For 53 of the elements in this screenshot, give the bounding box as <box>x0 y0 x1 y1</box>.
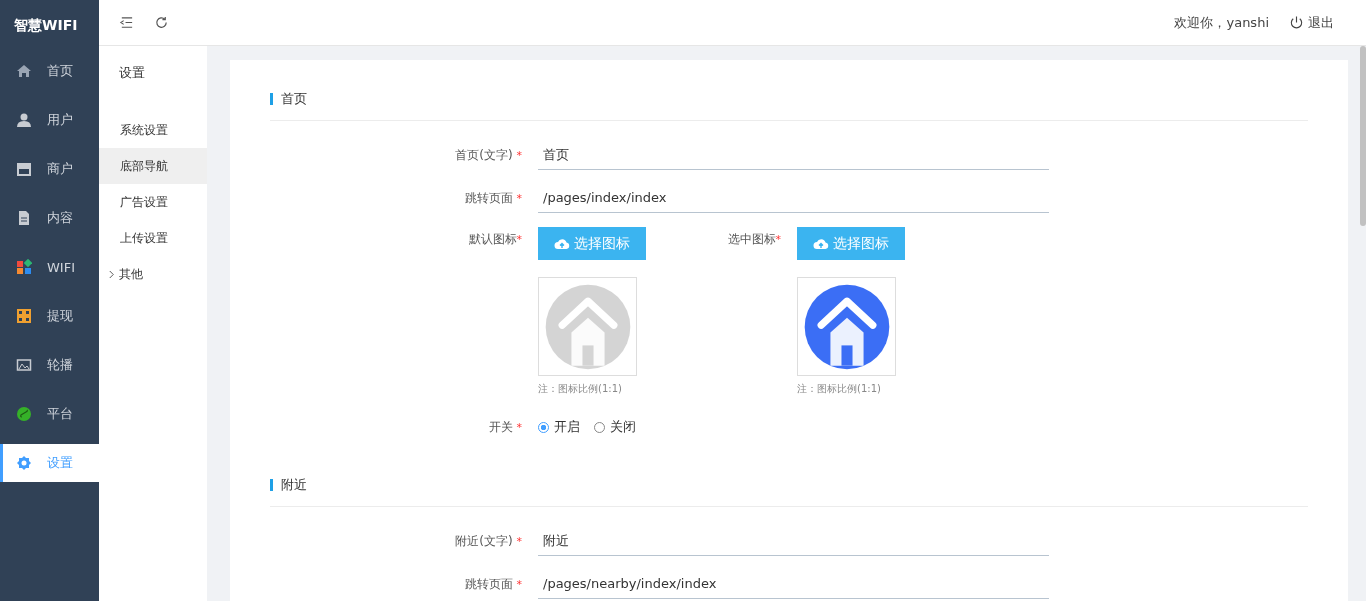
section-title: 首页 <box>281 90 307 108</box>
required-mark: * <box>516 420 522 434</box>
nav-item[interactable]: 商户 <box>0 150 99 188</box>
required-mark: * <box>516 233 522 246</box>
grid-icon <box>16 308 32 324</box>
menu-fold-icon[interactable] <box>119 15 134 30</box>
shop-icon <box>16 161 32 177</box>
section-title: 附近 <box>281 476 307 494</box>
field-label: 开关 <box>488 419 513 434</box>
settings-icon <box>16 455 32 471</box>
field-label: 首页(文字) <box>455 148 513 162</box>
blocks-icon <box>16 259 32 275</box>
field-label: 跳转页面 <box>464 191 513 205</box>
submenu-item[interactable]: 广告设置 <box>99 184 207 220</box>
submenu-title: 设置 <box>118 64 146 82</box>
nav-item[interactable]: 内容 <box>0 199 99 237</box>
required-mark: * <box>516 192 522 205</box>
field-label: 默认图标 <box>468 232 517 246</box>
cloud-upload-icon <box>554 237 570 250</box>
required-mark: * <box>516 149 522 162</box>
field-label: 附近(文字) <box>455 534 513 548</box>
document-icon <box>16 210 32 226</box>
brand-logo: 智慧WIFI <box>13 16 79 35</box>
chevron-right-icon <box>108 269 115 279</box>
scrollbar[interactable] <box>1360 46 1366 601</box>
submenu-item[interactable]: 上传设置 <box>99 220 207 256</box>
note-text: 注：图标比例(1:1) <box>797 382 881 396</box>
welcome-text: 欢迎你，yanshi <box>1174 13 1269 32</box>
image-icon <box>16 357 32 373</box>
field-label: 选中图标 <box>727 232 776 246</box>
submenu-item[interactable]: 系统设置 <box>99 112 207 148</box>
nav-item[interactable]: 用户 <box>0 101 99 139</box>
radio-button[interactable] <box>538 421 549 433</box>
nav-item[interactable]: 平台 <box>0 395 99 433</box>
home-icon <box>16 63 32 79</box>
power-icon <box>1289 15 1304 30</box>
nav-item[interactable]: WIFI <box>0 248 99 286</box>
radio-option[interactable]: 关闭 <box>594 418 636 436</box>
submenu-item[interactable]: 其他 <box>99 256 207 292</box>
nav-item[interactable]: 首页 <box>0 52 99 90</box>
refresh-icon[interactable] <box>154 15 169 30</box>
required-mark: * <box>775 233 781 246</box>
required-mark: * <box>516 535 522 548</box>
cloud-upload-icon <box>813 237 829 250</box>
note-text: 注：图标比例(1:1) <box>538 382 622 396</box>
user-icon <box>16 112 32 128</box>
nav-item[interactable]: 提现 <box>0 297 99 335</box>
submenu-item[interactable]: 底部导航 <box>99 148 207 184</box>
nav-item[interactable]: 轮播 <box>0 346 99 384</box>
logout-button[interactable]: 退出 <box>1289 13 1334 32</box>
field-label: 跳转页面 <box>464 577 513 591</box>
required-mark: * <box>516 578 522 591</box>
radio-option[interactable]: 开启 <box>538 418 580 436</box>
